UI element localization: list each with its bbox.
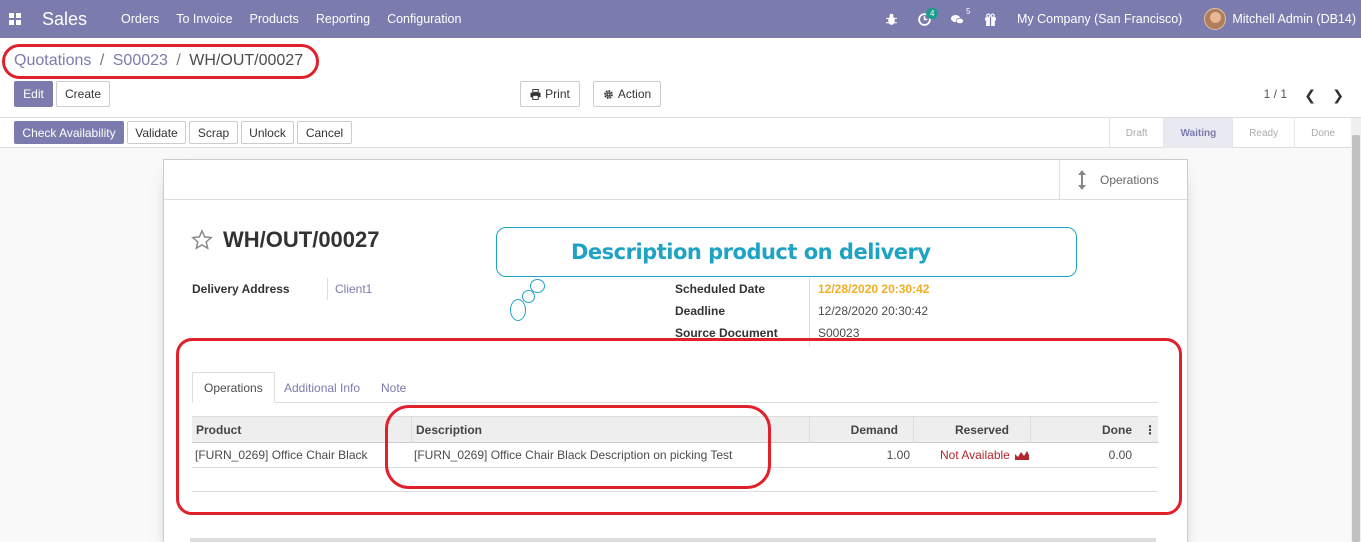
gear-icon bbox=[603, 89, 613, 99]
user-menu[interactable]: Mitchell Admin (DB14) bbox=[1232, 12, 1356, 26]
print-button[interactable]: Print bbox=[520, 81, 580, 107]
record-title: WH/OUT/00027 bbox=[223, 227, 380, 252]
pager-previous-icon[interactable]: ❮ bbox=[1304, 87, 1316, 104]
delivery-address-value[interactable]: Client1 bbox=[335, 282, 372, 296]
delivery-address-label: Delivery Address bbox=[192, 282, 290, 296]
action-label: Action bbox=[617, 87, 652, 101]
stage-ready: Ready bbox=[1232, 118, 1294, 148]
pager-next-icon[interactable]: ❯ bbox=[1332, 87, 1344, 104]
debug-bug-icon[interactable] bbox=[885, 13, 898, 26]
annotation-callout: Description product on delivery bbox=[496, 227, 1077, 277]
description-column-highlight-oval bbox=[385, 405, 771, 489]
user-avatar[interactable] bbox=[1204, 8, 1227, 30]
title-row: WH/OUT/00027 bbox=[191, 227, 380, 253]
check-availability-button[interactable]: Check Availability bbox=[14, 121, 124, 144]
action-button[interactable]: Action bbox=[593, 81, 661, 107]
menu-products[interactable]: Products bbox=[250, 12, 299, 26]
sheet-bottom-divider bbox=[190, 538, 1156, 542]
deadline-value[interactable]: 12/28/2020 20:30:42 bbox=[818, 304, 928, 318]
field-divider bbox=[809, 278, 810, 346]
unlock-button[interactable]: Unlock bbox=[241, 121, 294, 144]
stage-draft: Draft bbox=[1108, 118, 1164, 148]
status-bar: Check Availability Validate Scrap Unlock… bbox=[0, 118, 1361, 148]
print-label: Print bbox=[545, 87, 570, 101]
company-switcher[interactable]: My Company (San Francisco) bbox=[1017, 12, 1182, 26]
scheduled-date-value[interactable]: 12/28/2020 20:30:42 bbox=[818, 282, 929, 296]
scheduled-date-label: Scheduled Date bbox=[675, 282, 766, 296]
cancel-button[interactable]: Cancel bbox=[297, 121, 352, 144]
deadline-label: Deadline bbox=[675, 304, 726, 318]
validate-button[interactable]: Validate bbox=[127, 121, 186, 144]
stage-done: Done bbox=[1294, 118, 1351, 148]
create-button[interactable]: Create bbox=[56, 81, 110, 107]
scrap-button[interactable]: Scrap bbox=[189, 121, 238, 144]
menu-configuration[interactable]: Configuration bbox=[387, 12, 461, 26]
stage-pipeline: Draft Waiting Ready Done bbox=[1108, 118, 1351, 148]
smart-button-label: Operations bbox=[1100, 173, 1159, 187]
menu-reporting[interactable]: Reporting bbox=[316, 12, 370, 26]
print-icon bbox=[530, 88, 541, 100]
callout-bubble bbox=[510, 299, 526, 321]
callout-text: Description product on delivery bbox=[571, 240, 931, 264]
stage-waiting: Waiting bbox=[1163, 118, 1233, 148]
edit-button[interactable]: Edit bbox=[14, 81, 53, 107]
menu-orders[interactable]: Orders bbox=[121, 12, 159, 26]
gift-icon[interactable] bbox=[984, 13, 997, 26]
message-count-badge: 5 bbox=[966, 6, 971, 16]
callout-bubble bbox=[522, 290, 535, 303]
scrollbar-thumb[interactable] bbox=[1352, 135, 1360, 542]
apps-menu-icon[interactable] bbox=[0, 13, 30, 25]
top-navbar: Sales Orders To Invoice Products Reporti… bbox=[0, 0, 1361, 38]
arrows-vertical-icon bbox=[1078, 170, 1086, 190]
app-name[interactable]: Sales bbox=[42, 9, 87, 30]
messages-icon[interactable]: 5 bbox=[951, 7, 970, 26]
field-divider bbox=[327, 278, 328, 300]
operations-smart-button[interactable]: Operations bbox=[1059, 160, 1187, 200]
activity-clock-icon[interactable]: 4 bbox=[918, 7, 939, 26]
button-box: Operations bbox=[164, 160, 1187, 200]
menu-to-invoice[interactable]: To Invoice bbox=[176, 12, 232, 26]
breadcrumb-highlight-oval bbox=[2, 44, 319, 79]
pager-value[interactable]: 1 / 1 bbox=[1264, 87, 1287, 101]
star-icon[interactable] bbox=[191, 229, 213, 251]
activity-count-badge: 4 bbox=[926, 7, 939, 19]
